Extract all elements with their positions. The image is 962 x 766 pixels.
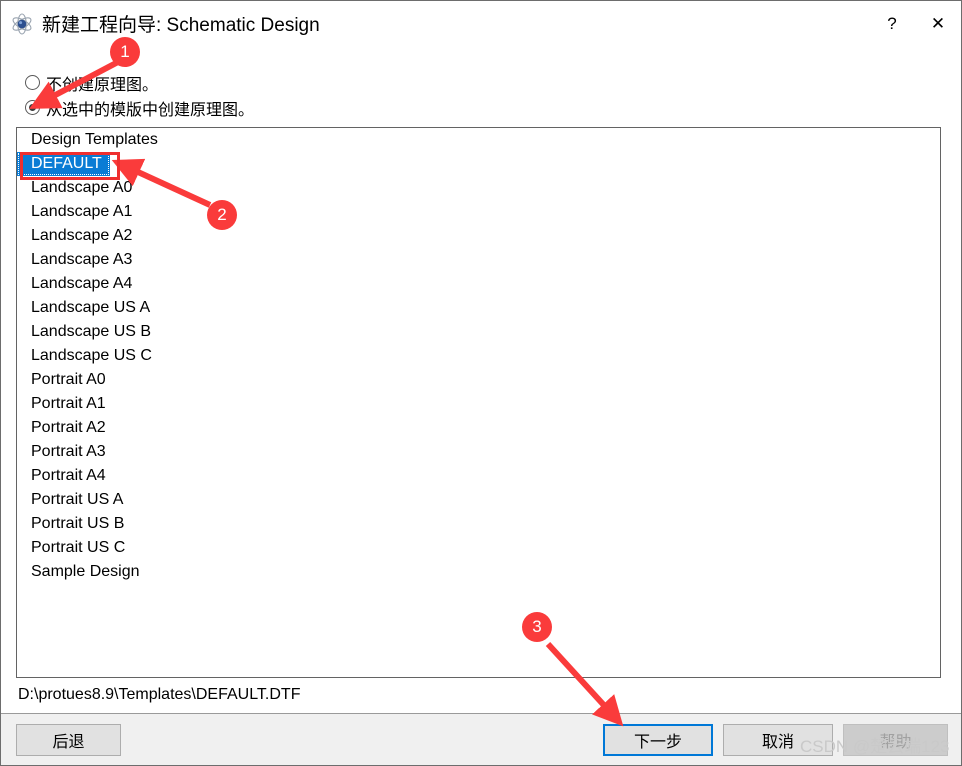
list-item[interactable]: Landscape A0 [17,176,940,200]
list-item[interactable]: Portrait A0 [17,368,940,392]
new-project-wizard-dialog: 新建工程向导: Schematic Design ? ✕ 不创建原理图。 从选中… [0,0,962,766]
back-button[interactable]: 后退 [16,724,121,756]
schematic-option-radio-group: 不创建原理图。 从选中的模版中创建原理图。 [25,70,445,120]
help-button: 帮助 [843,724,948,756]
list-item[interactable]: Landscape A3 [17,248,940,272]
list-item[interactable]: Portrait US B [17,512,940,536]
list-item[interactable]: Portrait US C [17,536,940,560]
list-item[interactable]: DEFAULT [17,152,110,176]
titlebar-help-button[interactable]: ? [869,1,915,46]
list-item[interactable]: Portrait A2 [17,416,940,440]
list-item[interactable]: Portrait US A [17,488,940,512]
list-item[interactable]: Landscape A1 [17,200,940,224]
title-bar: 新建工程向导: Schematic Design ? ✕ [1,1,961,46]
dialog-client-area: 不创建原理图。 从选中的模版中创建原理图。 Design Templates D… [1,46,961,713]
radio-label-no-schematic: 不创建原理图。 [46,76,159,94]
list-item[interactable]: Landscape US B [17,320,940,344]
atom-icon [11,12,33,35]
radio-option-no-schematic[interactable]: 不创建原理图。 [25,70,445,95]
title-bar-controls: ? ✕ [869,1,961,46]
window-title: 新建工程向导: Schematic Design [42,15,320,36]
list-item[interactable]: Portrait A4 [17,464,940,488]
radio-label-from-template: 从选中的模版中创建原理图。 [46,101,255,119]
close-icon[interactable]: ✕ [915,1,961,46]
list-item[interactable]: Portrait A3 [17,440,940,464]
list-item[interactable]: Landscape A2 [17,224,940,248]
dialog-footer: 后退 下一步 取消 帮助 [1,713,961,765]
list-header: Design Templates [31,131,158,148]
radio-icon-unchecked[interactable] [25,75,40,90]
list-item[interactable]: Landscape US A [17,296,940,320]
design-templates-listbox[interactable]: Design Templates DEFAULT Landscape A0 La… [16,127,941,678]
list-item[interactable]: Portrait A1 [17,392,940,416]
radio-option-from-template[interactable]: 从选中的模版中创建原理图。 [25,95,445,120]
cancel-button[interactable]: 取消 [723,724,833,756]
template-path-label: D:\protues8.9\Templates\DEFAULT.DTF [18,686,301,703]
list-item[interactable]: Landscape US C [17,344,940,368]
list-item[interactable]: Sample Design [17,560,940,584]
next-button[interactable]: 下一步 [603,724,713,756]
radio-icon-checked[interactable] [25,100,40,115]
list-item[interactable]: Landscape A4 [17,272,940,296]
list-item-selected-row: DEFAULT [17,152,940,176]
